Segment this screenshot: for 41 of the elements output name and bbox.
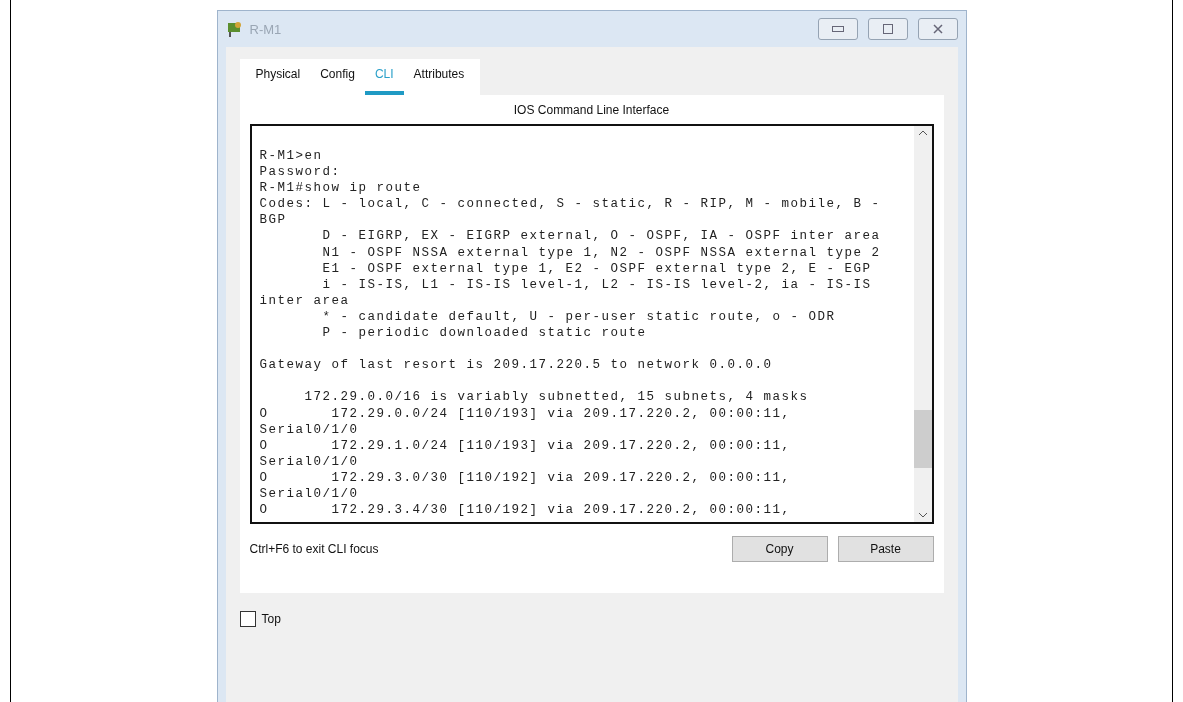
terminal-line: O 172.29.3.0/30 [110/192] via 209.17.220.2, 00:00:11, bbox=[259, 469, 792, 486]
terminal-line: Gateway of last resort is 209.17.220.5 to network 0.0.0.0 bbox=[259, 357, 774, 374]
window-title: R-M1 bbox=[249, 21, 283, 37]
terminal-line: Serial0/1/0 bbox=[259, 485, 360, 503]
terminal-line: O 172.29.1.0/24 [110/193] via 209.17.220.2, 00:00:11, bbox=[259, 437, 792, 454]
scrollbar[interactable] bbox=[913, 126, 932, 522]
hint-text: Ctrl+F6 to exit CLI focus bbox=[249, 542, 380, 556]
close-icon bbox=[932, 24, 943, 34]
scroll-thumb[interactable] bbox=[913, 410, 932, 468]
panel-title: IOS Command Line Interface bbox=[512, 103, 671, 117]
top-checkbox[interactable] bbox=[239, 611, 256, 627]
terminal-line: R-M1#show ip route bbox=[259, 180, 423, 197]
minimize-icon bbox=[831, 26, 844, 32]
terminal-line: Password: bbox=[259, 164, 342, 181]
terminal-line: Serial0/1/0 bbox=[259, 421, 360, 438]
terminal-line: E1 - OSPF external type 1, E2 - OSPF external type 2, E - EGP bbox=[321, 260, 873, 277]
terminal-line: N1 - OSPF NSSA external type 1, N2 - OSPF NSSA external type 2 bbox=[321, 244, 882, 261]
tab[interactable]: Attributes bbox=[403, 59, 475, 95]
scroll-down-icon[interactable] bbox=[917, 512, 928, 518]
terminal-line: P - periodic downloaded static route bbox=[321, 325, 648, 342]
action-button[interactable]: Paste bbox=[837, 536, 934, 562]
terminal-line: O 172.29.3.4/30 [110/192] via 209.17.220.2, 00:00:11, bbox=[259, 502, 792, 519]
maximize-button[interactable] bbox=[867, 18, 908, 40]
terminal-line: Codes: L - local, C - connected, S - static, R - RIP, M - mobile, B - bbox=[259, 196, 882, 213]
tab[interactable]: Physical bbox=[245, 59, 311, 95]
terminal-line: i - IS-IS, L1 - IS-IS level-1, L2 - IS-IS level-2, ia - IS-IS bbox=[321, 276, 873, 293]
minimize-button[interactable] bbox=[817, 18, 858, 40]
action-button[interactable]: Copy bbox=[731, 536, 828, 562]
terminal-line: R-M1>en bbox=[259, 148, 324, 165]
terminal-line: Serial0/1/0 bbox=[259, 453, 360, 470]
terminal-line: BGP bbox=[259, 212, 288, 229]
maximize-icon bbox=[882, 24, 893, 34]
checkbox-label: Top bbox=[261, 612, 281, 626]
tab[interactable]: Config bbox=[310, 59, 365, 95]
terminal-line: D - EIGRP, EX - EIGRP external, O - OSPF, IA - OSPF inter area bbox=[321, 228, 882, 245]
terminal-line: inter area bbox=[259, 292, 351, 309]
terminal-line: O 172.29.0.0/24 [110/193] via 209.17.220.2, 00:00:11, bbox=[259, 405, 792, 422]
scroll-up-icon[interactable] bbox=[917, 130, 928, 136]
terminal-line: 172.29.0.0/16 is variably subnetted, 15 subnets, 4 masks bbox=[303, 389, 810, 406]
terminal-line: * - candidate default, U - per-user static route, o - ODR bbox=[321, 308, 837, 326]
terminal-output[interactable] bbox=[249, 124, 934, 524]
